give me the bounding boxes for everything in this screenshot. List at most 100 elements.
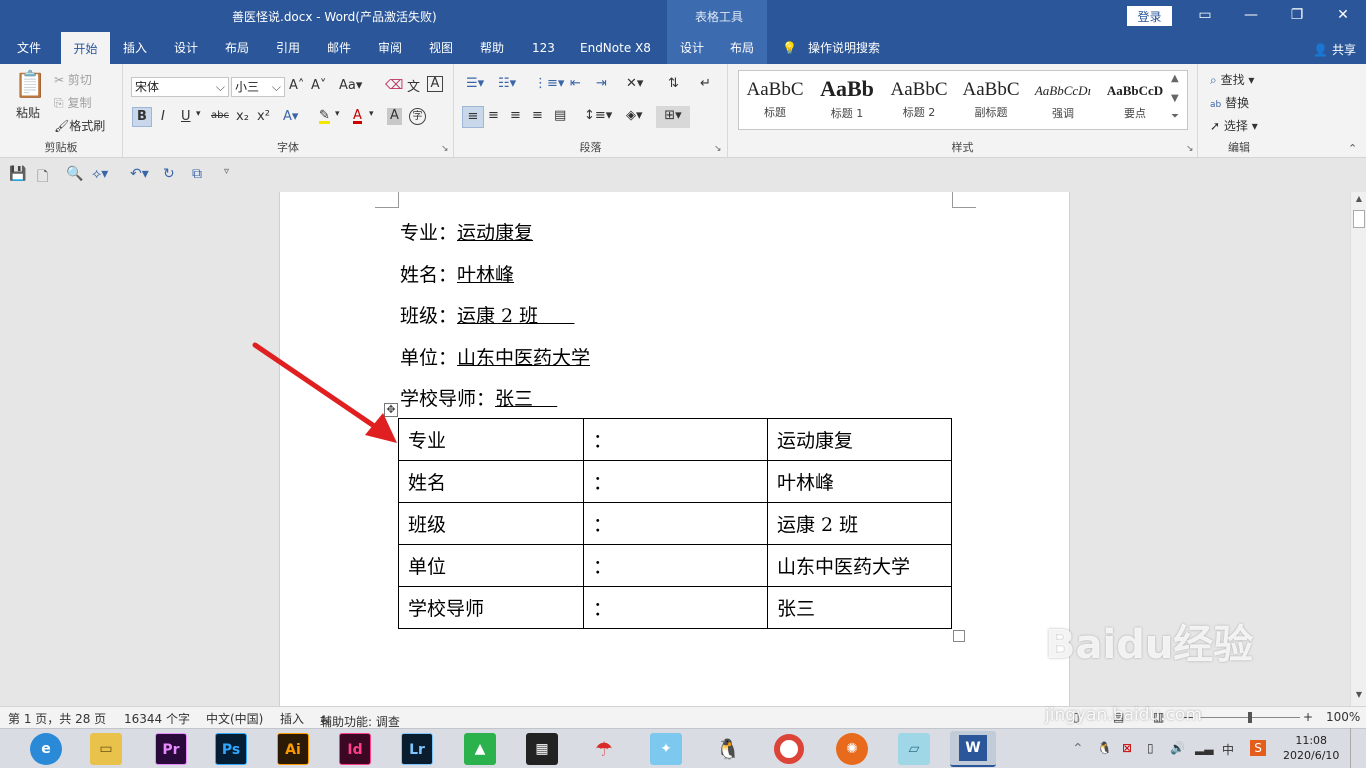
zoom-thumb[interactable] bbox=[1248, 712, 1252, 723]
sogou-icon[interactable]: S bbox=[1250, 740, 1266, 756]
collapse-ribbon-icon[interactable]: ⌃ bbox=[1348, 142, 1357, 155]
tell-me-search[interactable]: 操作说明搜索 bbox=[808, 32, 880, 64]
tab-insert[interactable]: 插入 bbox=[123, 32, 147, 64]
clock[interactable]: 11:08 2020/6/10 bbox=[1283, 733, 1339, 763]
underline-dropdown-icon[interactable]: ▾ bbox=[196, 109, 201, 119]
language[interactable]: 中文(中国) bbox=[206, 710, 263, 727]
share-button[interactable]: 👤 共享 bbox=[1313, 41, 1356, 58]
style-title[interactable]: AaBbC 标题 bbox=[739, 71, 811, 129]
enclose-char-button[interactable]: 字 bbox=[409, 108, 426, 125]
cut-button[interactable]: ✂ 剪切 bbox=[54, 71, 92, 88]
redo-icon[interactable]: ↻ bbox=[163, 166, 175, 182]
lightroom-icon[interactable]: Lr bbox=[401, 733, 433, 765]
table-cell[interactable]: 叶林峰 bbox=[767, 460, 952, 503]
numbering-icon[interactable]: ☷▾ bbox=[498, 76, 516, 91]
tab-table-layout[interactable]: 布局 bbox=[717, 32, 767, 64]
text-effects-icon[interactable]: A▾ bbox=[283, 109, 298, 124]
show-desktop-button[interactable] bbox=[1350, 728, 1351, 768]
illustrator-icon[interactable]: Ai bbox=[277, 733, 309, 765]
sort-icon[interactable]: ⇅ bbox=[668, 76, 679, 91]
bird-app-icon[interactable]: ✦ bbox=[650, 733, 682, 765]
table-resize-handle[interactable] bbox=[953, 630, 965, 642]
gallery-up-icon[interactable]: ▲ bbox=[1171, 73, 1179, 84]
font-color-button[interactable]: A bbox=[353, 108, 362, 124]
table-cell[interactable]: 运康 2 班 bbox=[767, 502, 952, 545]
font-name-select[interactable]: 宋体 ⌵ bbox=[131, 77, 229, 97]
multilevel-list-icon[interactable]: ⋮≡▾ bbox=[534, 76, 564, 91]
superscript-button[interactable]: x² bbox=[257, 109, 270, 124]
show-marks-icon[interactable]: ↵ bbox=[700, 76, 711, 91]
video-editor-icon[interactable]: ▦ bbox=[526, 733, 558, 765]
explorer-icon[interactable]: ▭ bbox=[90, 733, 122, 765]
shading-icon[interactable]: ◈▾ bbox=[626, 108, 643, 123]
table-cell[interactable]: ： bbox=[583, 502, 768, 545]
shrink-font-icon[interactable]: A˅ bbox=[311, 78, 326, 93]
ribbon-display-icon[interactable]: ▭ bbox=[1190, 4, 1220, 26]
zoom-level[interactable]: 100% bbox=[1326, 710, 1360, 724]
tab-layout[interactable]: 布局 bbox=[225, 32, 249, 64]
char-border-icon[interactable]: A bbox=[427, 76, 443, 92]
tab-review[interactable]: 审阅 bbox=[378, 32, 402, 64]
login-button[interactable]: 登录 bbox=[1127, 6, 1172, 26]
green-app-icon[interactable]: ▲ bbox=[464, 733, 496, 765]
table-cell[interactable]: 专业 bbox=[398, 418, 584, 461]
table-cell[interactable]: 单位 bbox=[398, 544, 584, 587]
new-doc-icon[interactable]: 🗋 bbox=[37, 166, 48, 190]
gallery-down-icon[interactable]: ▼ bbox=[1171, 93, 1179, 104]
qq-tray-icon[interactable]: 🐧 bbox=[1097, 741, 1112, 755]
style-subtitle[interactable]: AaBbC 副标题 bbox=[955, 71, 1027, 129]
customize-qat-icon[interactable]: ▿ bbox=[224, 166, 229, 177]
battery-icon[interactable]: ▯ bbox=[1147, 741, 1154, 755]
align-right-icon[interactable]: ≡ bbox=[510, 108, 521, 123]
dialog-launcher-icon[interactable]: ↘ bbox=[1186, 144, 1194, 154]
close-icon[interactable]: ✕ bbox=[1328, 4, 1358, 26]
paste-icon[interactable]: 📋 bbox=[14, 70, 46, 100]
photoshop-icon[interactable]: Ps bbox=[215, 733, 247, 765]
chrome-icon[interactable] bbox=[774, 734, 804, 764]
align-left-icon[interactable]: ≡ bbox=[462, 106, 484, 128]
decrease-indent-icon[interactable]: ⇤ bbox=[570, 76, 581, 91]
clear-format-icon[interactable]: ⌫ bbox=[385, 78, 403, 93]
table-cell[interactable]: ： bbox=[583, 544, 768, 587]
bullets-icon[interactable]: ☰▾ bbox=[466, 76, 484, 91]
highlight-icon[interactable]: ✎ bbox=[319, 108, 330, 124]
tab-view[interactable]: 视图 bbox=[429, 32, 453, 64]
indesign-icon[interactable]: Id bbox=[339, 733, 371, 765]
touch-mode-icon[interactable]: ⟡▾ bbox=[92, 166, 108, 182]
word-count[interactable]: 16344 个字 bbox=[124, 710, 190, 727]
italic-button[interactable]: I bbox=[161, 109, 165, 124]
dialog-launcher-icon[interactable]: ↘ bbox=[441, 144, 449, 154]
zoom-in-icon[interactable]: + bbox=[1303, 710, 1313, 724]
undo-icon[interactable]: ↶▾ bbox=[130, 166, 149, 182]
justify-icon[interactable]: ≡ bbox=[532, 108, 543, 123]
doc-line-advisor[interactable]: 学校导师：张三 bbox=[400, 384, 557, 411]
doc-line-name[interactable]: 姓名：叶林峰 bbox=[400, 260, 514, 287]
vertical-scrollbar[interactable]: ▲ ▼ bbox=[1350, 192, 1366, 706]
table-cell[interactable]: 姓名 bbox=[398, 460, 584, 503]
grow-font-icon[interactable]: A˄ bbox=[289, 78, 304, 93]
distributed-icon[interactable]: ▤ bbox=[554, 108, 566, 123]
replace-button[interactable]: ab 替换 bbox=[1210, 94, 1249, 111]
style-emphasis[interactable]: AaBbCcDı 强调 bbox=[1027, 71, 1099, 129]
table-cell[interactable]: 张三 bbox=[767, 586, 952, 629]
chinese-layout-icon[interactable]: ✕▾ bbox=[626, 76, 643, 91]
underline-button[interactable]: U bbox=[181, 109, 191, 124]
word-taskbar-button[interactable]: W bbox=[950, 731, 996, 767]
volume-icon[interactable]: 🔊 bbox=[1170, 741, 1185, 755]
window-icon[interactable]: ⧉ bbox=[192, 166, 202, 182]
insert-mode[interactable]: 插入 bbox=[280, 710, 304, 727]
tab-design[interactable]: 设计 bbox=[174, 32, 198, 64]
phonetic-guide-icon[interactable]: 文 bbox=[407, 76, 420, 95]
maximize-icon[interactable]: ❐ bbox=[1282, 4, 1312, 26]
font-size-select[interactable]: 小三 ⌵ bbox=[231, 77, 285, 97]
fox-app-icon[interactable]: ✺ bbox=[836, 733, 868, 765]
line-spacing-icon[interactable]: ↕≡▾ bbox=[584, 108, 612, 123]
font-color-dropdown-icon[interactable]: ▾ bbox=[369, 109, 374, 119]
minimize-icon[interactable]: — bbox=[1236, 4, 1266, 26]
page-count[interactable]: 第 1 页，共 28 页 bbox=[8, 710, 106, 727]
doc-line-unit[interactable]: 单位：山东中医药大学 bbox=[400, 343, 590, 370]
ime-indicator[interactable]: 中 bbox=[1222, 741, 1234, 758]
copy-button[interactable]: ⎘ 复制 bbox=[54, 94, 91, 111]
doc-line-class[interactable]: 班级：运康 2 班 bbox=[400, 301, 574, 328]
subscript-button[interactable]: x₂ bbox=[236, 109, 249, 124]
